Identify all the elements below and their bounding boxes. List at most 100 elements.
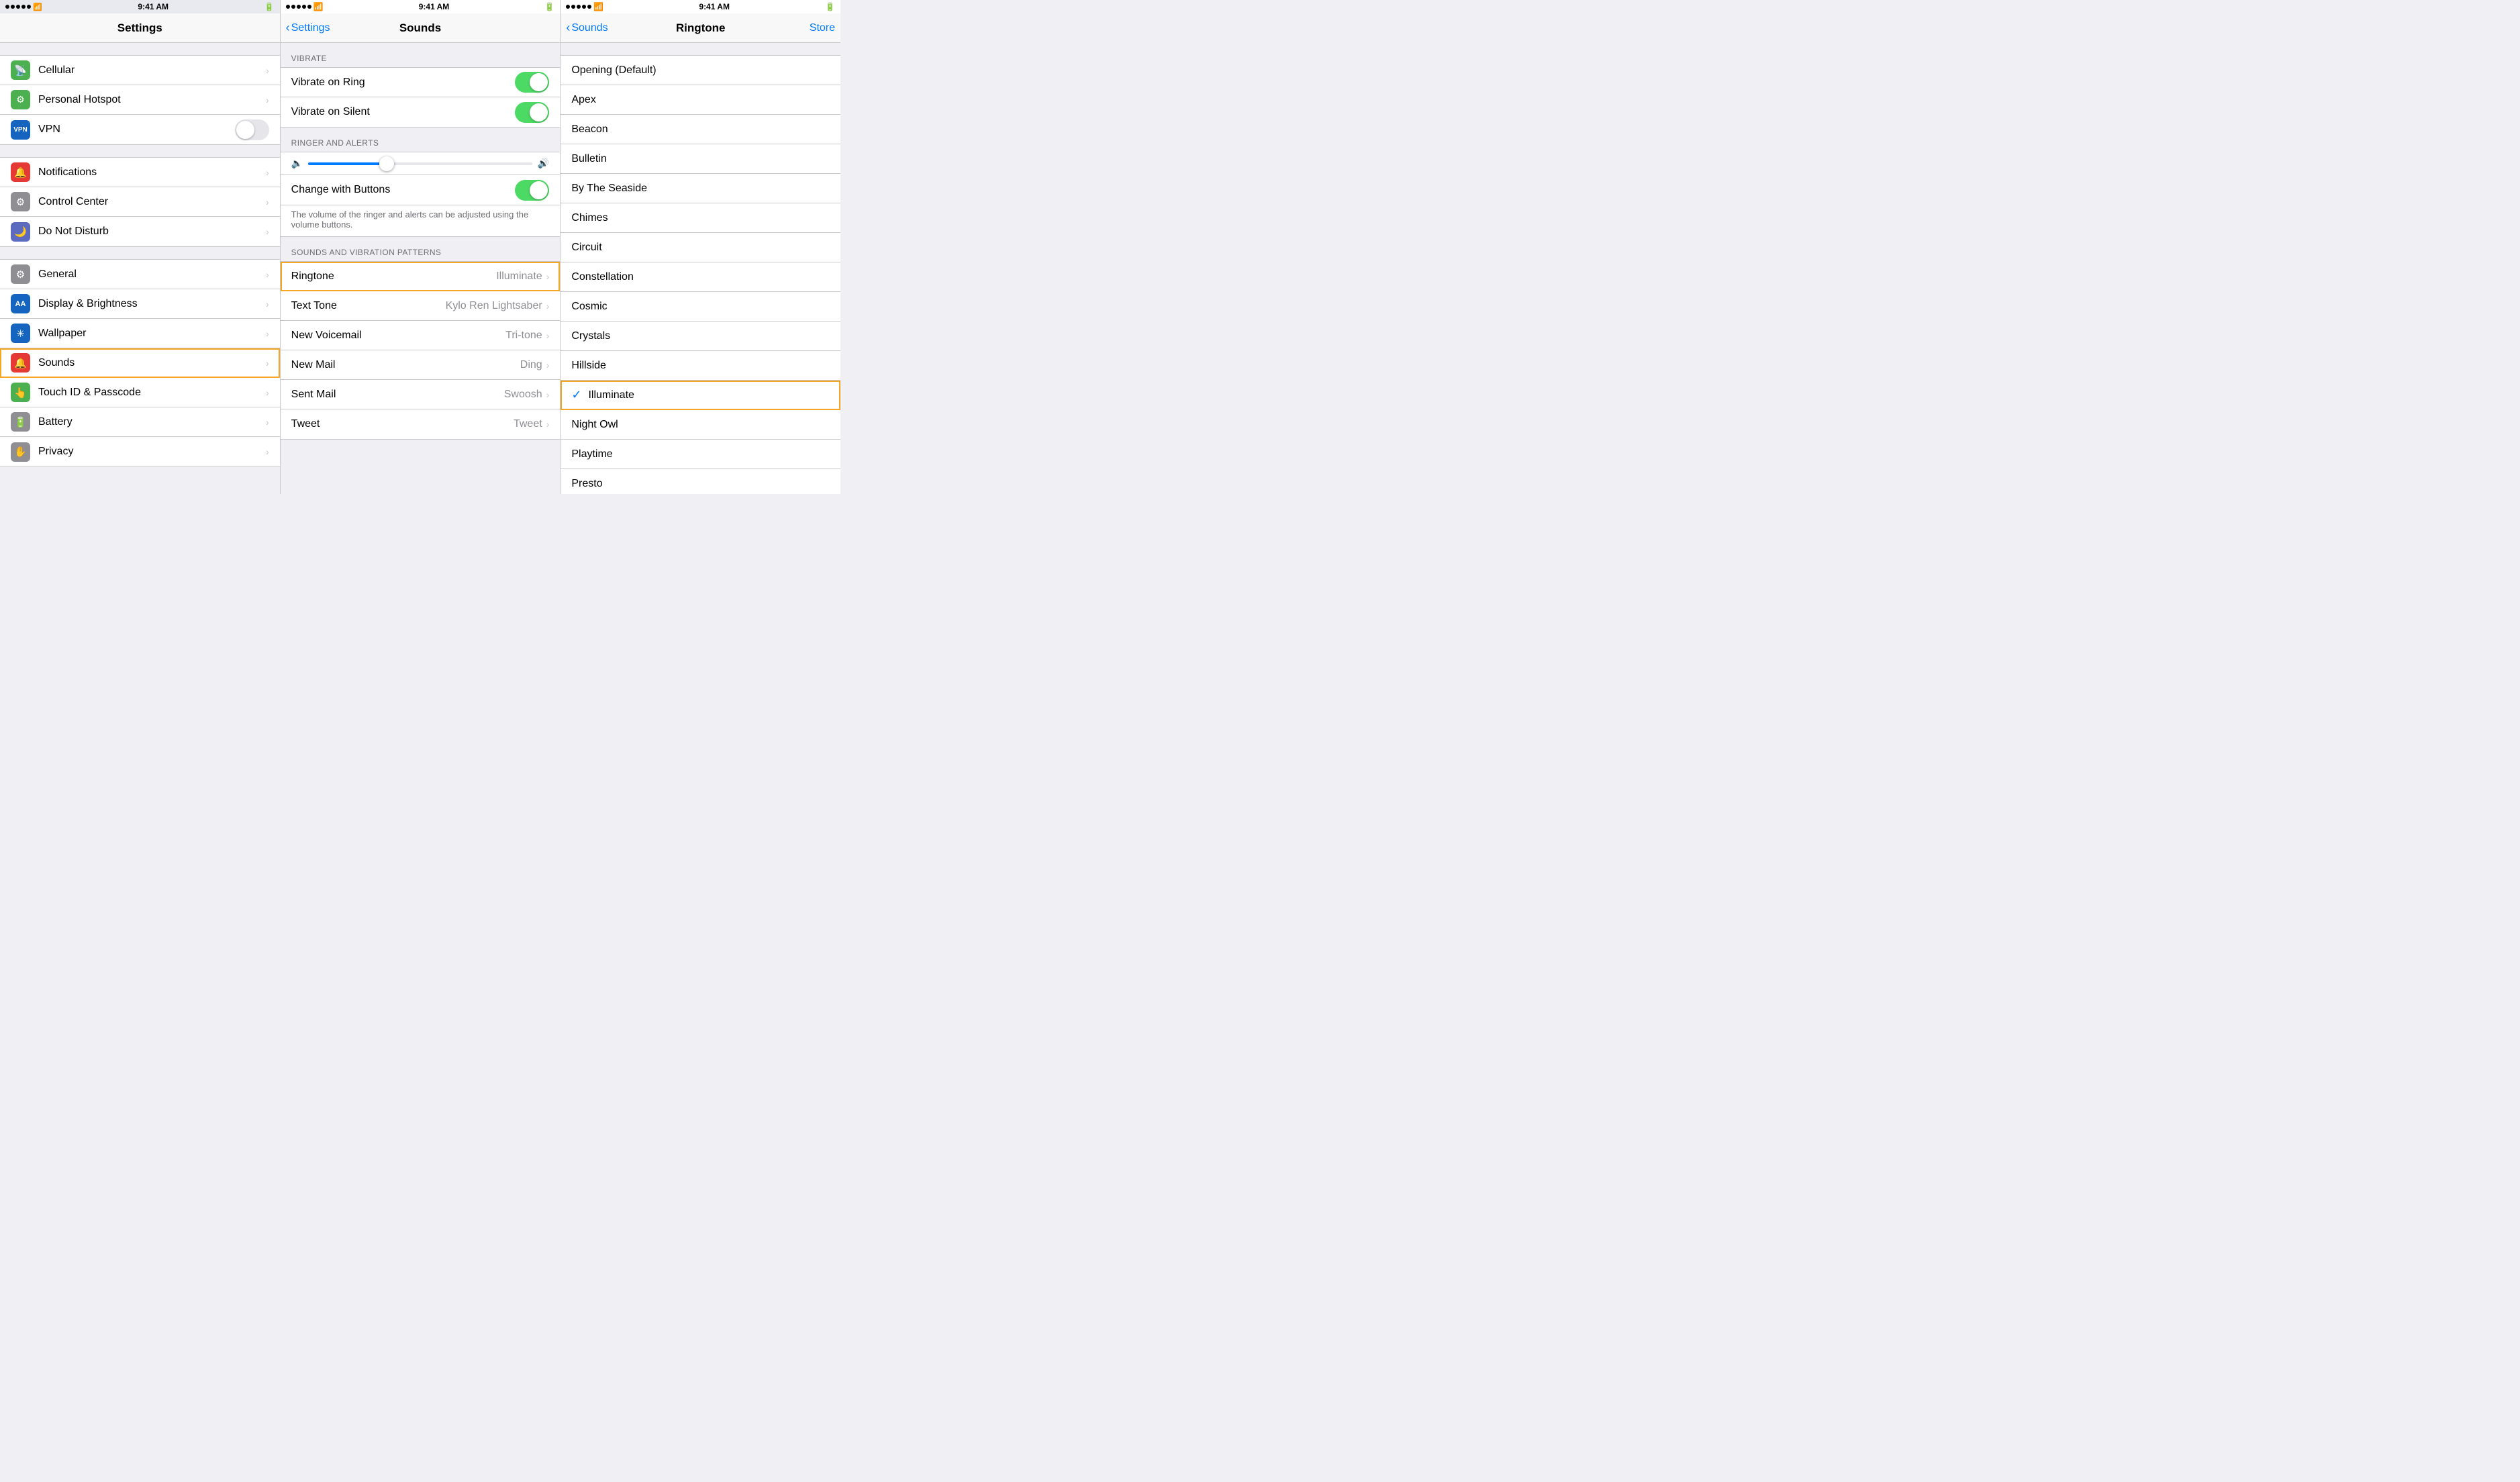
vibrate-silent-item[interactable]: Vibrate on Silent bbox=[281, 97, 561, 127]
display-label: Display & Brightness bbox=[38, 298, 266, 310]
settings-item-hotspot[interactable]: ⚙ Personal Hotspot › bbox=[0, 85, 280, 115]
sent-mail-item[interactable]: Sent Mail Swoosh › bbox=[281, 380, 561, 409]
signal-dots-2 bbox=[286, 5, 311, 9]
battery-icon-2: 🔋 bbox=[544, 2, 554, 11]
settings-item-display[interactable]: AA Display & Brightness › bbox=[0, 289, 280, 319]
new-mail-item[interactable]: New Mail Ding › bbox=[281, 350, 561, 380]
new-voicemail-label: New Voicemail bbox=[291, 330, 505, 342]
change-buttons-toggle[interactable] bbox=[515, 180, 549, 201]
new-voicemail-chevron: › bbox=[546, 330, 550, 341]
ringtone-item-presto[interactable]: Presto bbox=[561, 469, 840, 494]
ringtone-item-by-the-seaside[interactable]: By The Seaside bbox=[561, 174, 840, 203]
status-right-3: 🔋 bbox=[825, 2, 835, 11]
group-sep-3a bbox=[0, 247, 280, 259]
ringtone-item-opening[interactable]: Opening (Default) bbox=[561, 56, 840, 85]
battery-chevron: › bbox=[266, 417, 269, 428]
display-icon: AA bbox=[11, 294, 30, 313]
change-buttons-thumb bbox=[530, 181, 548, 199]
ringtone-item-bulletin[interactable]: Bulletin bbox=[561, 144, 840, 174]
store-label: Store bbox=[810, 22, 835, 34]
sounds-panel: 📶 9:41 AM 🔋 ‹ Settings Sounds VIBRATE Vi… bbox=[281, 0, 561, 494]
sounds-icon: 🔔 bbox=[11, 353, 30, 373]
display-chevron: › bbox=[266, 299, 269, 309]
battery-icon-3: 🔋 bbox=[825, 2, 835, 11]
privacy-icon: ✋ bbox=[11, 442, 30, 462]
ringtone-item-constellation[interactable]: Constellation bbox=[561, 262, 840, 292]
ringtone-item-illuminate[interactable]: ✓Illuminate bbox=[561, 381, 840, 410]
settings-item-notifications[interactable]: 🔔 Notifications › bbox=[0, 158, 280, 187]
time-1: 9:41 AM bbox=[138, 2, 168, 11]
rt-label-circuit: Circuit bbox=[571, 242, 830, 254]
settings-item-sounds[interactable]: 🔔 Sounds › bbox=[0, 348, 280, 378]
store-button[interactable]: Store bbox=[810, 22, 835, 34]
vibrate-silent-toggle[interactable] bbox=[515, 102, 549, 123]
ringtone-item-hillside[interactable]: Hillside bbox=[561, 351, 840, 381]
rt-label-presto: Presto bbox=[571, 478, 830, 490]
rt-sep-top bbox=[561, 43, 840, 55]
ringtone-item[interactable]: Ringtone Illuminate › bbox=[281, 262, 561, 291]
cellular-icon: 📡 bbox=[11, 60, 30, 80]
settings-item-vpn[interactable]: VPN VPN bbox=[0, 115, 280, 144]
general-chevron: › bbox=[266, 269, 269, 280]
ringtone-item-beacon[interactable]: Beacon bbox=[561, 115, 840, 144]
sent-mail-label: Sent Mail bbox=[291, 389, 504, 401]
sounds-chevron: › bbox=[266, 358, 269, 368]
settings-group-2: 🔔 Notifications › ⚙ Control Center › 🌙 D… bbox=[0, 157, 280, 247]
change-buttons-item[interactable]: Change with Buttons bbox=[281, 175, 561, 205]
rt-label-beacon: Beacon bbox=[571, 124, 830, 136]
ringtone-item-crystals[interactable]: Crystals bbox=[561, 322, 840, 351]
status-bar-1: 📶 9:41 AM 🔋 bbox=[0, 0, 280, 13]
do-not-disturb-chevron: › bbox=[266, 226, 269, 237]
status-right-2: 🔋 bbox=[544, 2, 554, 11]
ringer-slider-track[interactable] bbox=[308, 162, 532, 165]
ringtone-content: Opening (Default)Apex Beacon BulletinBy Th… bbox=[561, 43, 840, 494]
ringer-slider-thumb[interactable] bbox=[379, 156, 394, 171]
do-not-disturb-label: Do Not Disturb bbox=[38, 226, 266, 238]
settings-item-general[interactable]: ⚙ General › bbox=[0, 260, 280, 289]
ringtone-back-button[interactable]: ‹ Sounds bbox=[566, 21, 608, 35]
tweet-label: Tweet bbox=[291, 418, 514, 430]
touchid-icon: 👆 bbox=[11, 383, 30, 402]
checkmark-illuminate: ✓ bbox=[571, 388, 581, 402]
dot1 bbox=[5, 5, 9, 9]
privacy-label: Privacy bbox=[38, 446, 266, 458]
touchid-label: Touch ID & Passcode bbox=[38, 387, 266, 399]
new-voicemail-item[interactable]: New Voicemail Tri-tone › bbox=[281, 321, 561, 350]
settings-item-do-not-disturb[interactable]: 🌙 Do Not Disturb › bbox=[0, 217, 280, 246]
new-mail-label: New Mail bbox=[291, 359, 520, 371]
settings-item-wallpaper[interactable]: ✳ Wallpaper › bbox=[0, 319, 280, 348]
ringtone-item-circuit[interactable]: Circuit bbox=[561, 233, 840, 262]
status-bar-2: 📶 9:41 AM 🔋 bbox=[281, 0, 561, 13]
rt-label-hillside: Hillside bbox=[571, 360, 830, 372]
group-sep-3b bbox=[0, 467, 280, 479]
ringtone-item-playtime[interactable]: Playtime bbox=[561, 440, 840, 469]
hotspot-label: Personal Hotspot bbox=[38, 94, 266, 106]
notifications-label: Notifications bbox=[38, 166, 266, 179]
wifi-icon-1: 📶 bbox=[33, 3, 42, 11]
ringtone-item-cosmic[interactable]: Cosmic bbox=[561, 292, 840, 322]
tweet-item[interactable]: Tweet Tweet › bbox=[281, 409, 561, 439]
status-left-2: 📶 bbox=[286, 2, 324, 11]
text-tone-item[interactable]: Text Tone Kylo Ren Lightsaber › bbox=[281, 291, 561, 321]
settings-item-cellular[interactable]: 📡 Cellular › bbox=[0, 56, 280, 85]
ringer-header: RINGER AND ALERTS bbox=[281, 128, 561, 152]
vibrate-ring-item[interactable]: Vibrate on Ring bbox=[281, 68, 561, 97]
ringtone-item-apex[interactable]: Apex bbox=[561, 85, 840, 115]
settings-item-control-center[interactable]: ⚙ Control Center › bbox=[0, 187, 280, 217]
signal-dots-1 bbox=[5, 5, 31, 9]
patterns-group: Ringtone Illuminate › Text Tone Kylo Ren… bbox=[281, 261, 561, 440]
ringtone-title: Ringtone bbox=[676, 21, 726, 35]
time-2: 9:41 AM bbox=[419, 2, 450, 11]
ringer-slider-row: 🔈 🔊 bbox=[281, 152, 561, 175]
settings-item-touchid[interactable]: 👆 Touch ID & Passcode › bbox=[0, 378, 280, 407]
vibrate-ring-toggle[interactable] bbox=[515, 72, 549, 93]
vpn-label: VPN bbox=[38, 124, 235, 136]
touchid-chevron: › bbox=[266, 387, 269, 398]
vpn-toggle[interactable] bbox=[235, 119, 269, 140]
ringtone-item-chimes[interactable]: Chimes bbox=[561, 203, 840, 233]
sounds-back-button[interactable]: ‹ Settings bbox=[286, 21, 330, 35]
ringtone-item-night-owl[interactable]: Night Owl bbox=[561, 410, 840, 440]
settings-item-privacy[interactable]: ✋ Privacy › bbox=[0, 437, 280, 466]
wifi-icon-2: 📶 bbox=[313, 2, 324, 11]
settings-item-battery[interactable]: 🔋 Battery › bbox=[0, 407, 280, 437]
